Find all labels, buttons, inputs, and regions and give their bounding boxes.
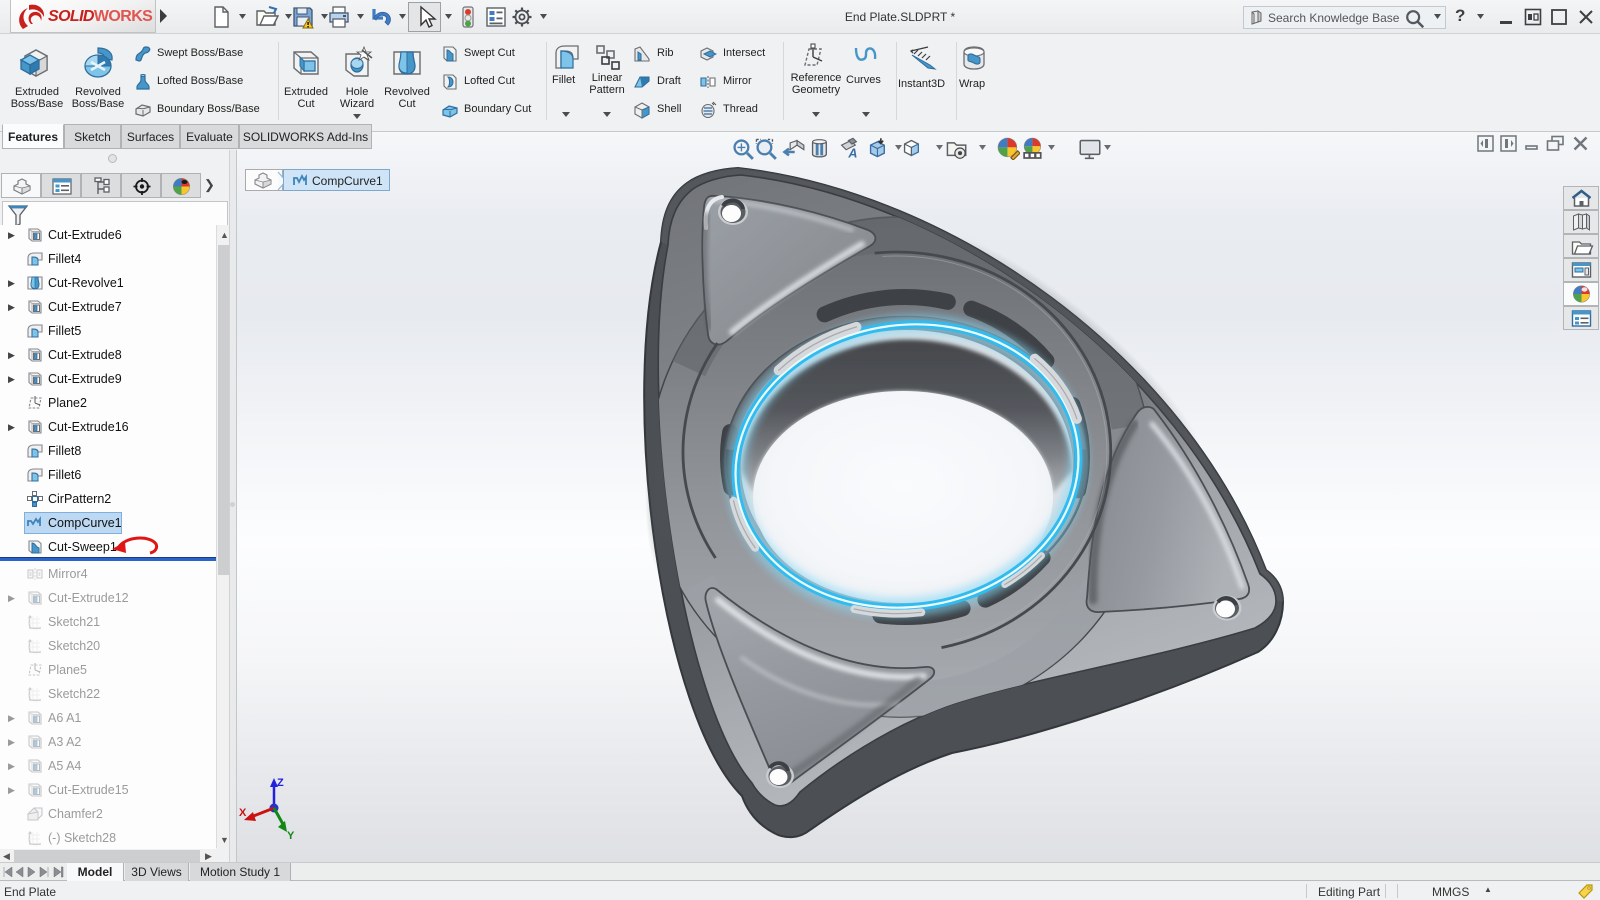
- svg-text:Y: Y: [287, 830, 295, 840]
- svg-text:Z: Z: [277, 777, 284, 789]
- svg-text:A: A: [847, 147, 857, 160]
- svg-text:X: X: [239, 807, 247, 819]
